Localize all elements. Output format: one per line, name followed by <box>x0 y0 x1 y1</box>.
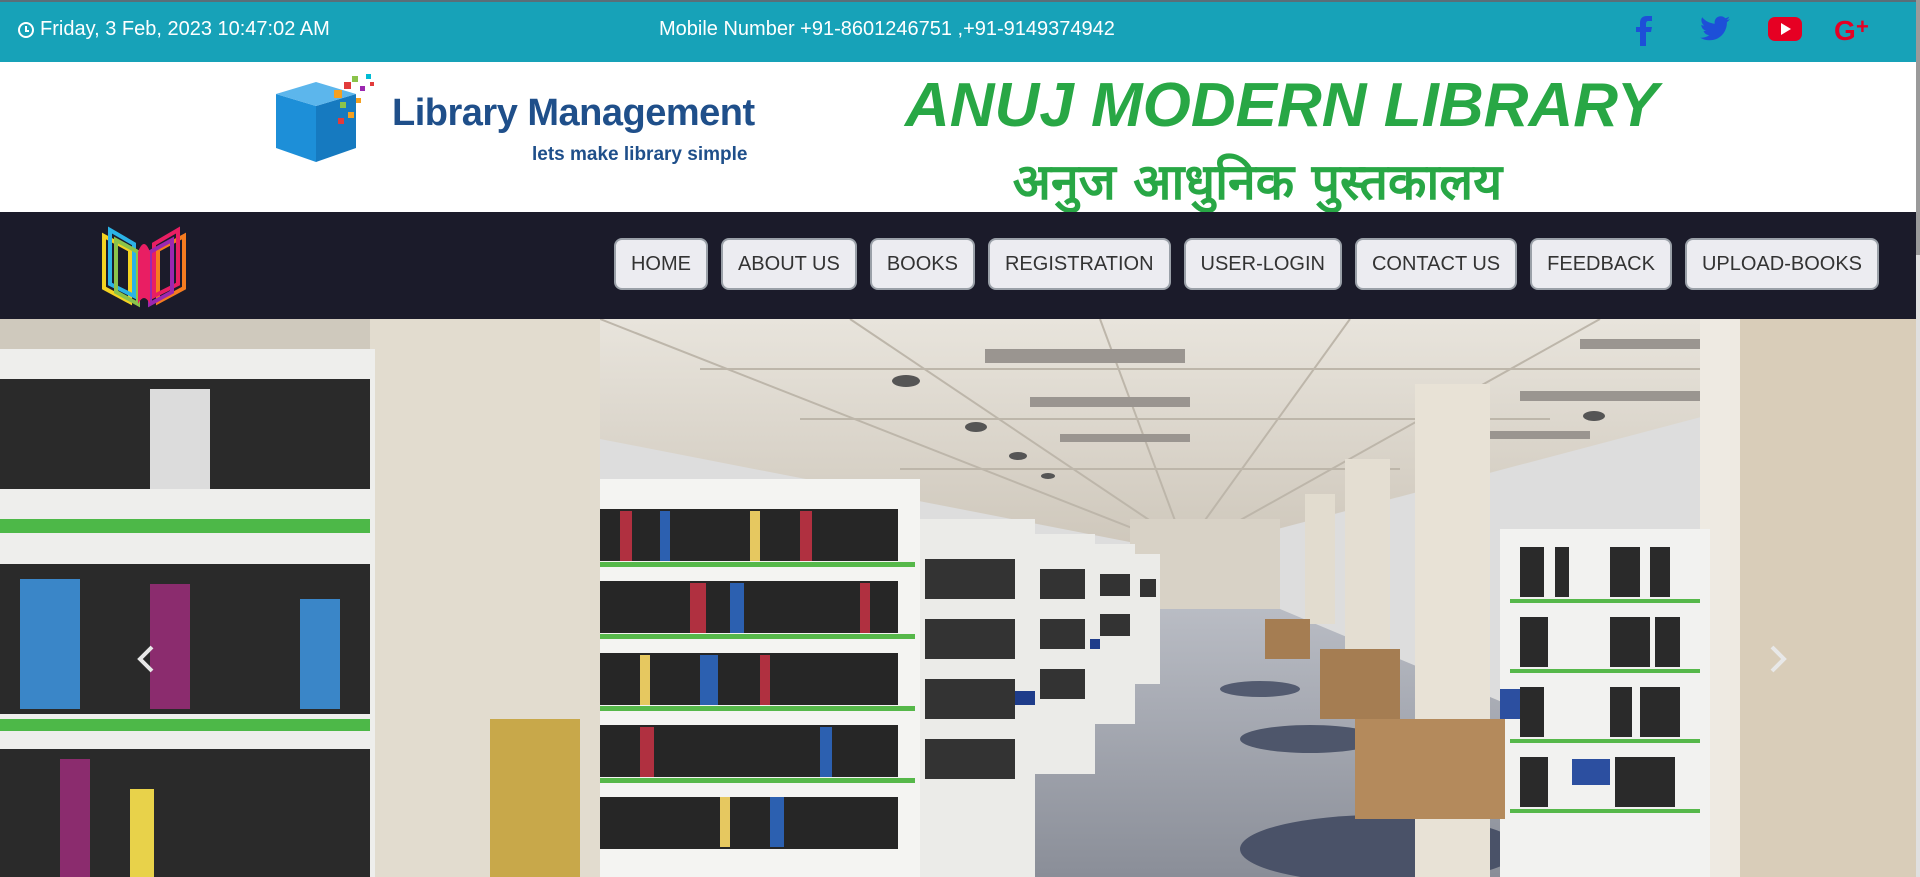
book-logo-icon[interactable] <box>100 226 190 313</box>
mobile-number: Mobile Number +91-8601246751 ,+91-914937… <box>659 18 1115 40</box>
datetime-text: Friday, 3 Feb, 2023 10:47:02 AM <box>40 18 330 40</box>
nav-feedback[interactable]: FEEDBACK <box>1530 238 1672 290</box>
nav-registration[interactable]: REGISTRATION <box>987 238 1171 290</box>
main-navbar: HOME ABOUT US BOOKS REGISTRATION USER-LO… <box>0 212 1920 319</box>
hero-carousel <box>0 319 1920 877</box>
nav-contact-us[interactable]: CONTACT US <box>1354 238 1518 290</box>
nav-menu: HOME ABOUT US BOOKS REGISTRATION USER-LO… <box>613 238 1879 290</box>
scrollbar-thumb[interactable] <box>1916 0 1920 255</box>
facebook-icon[interactable] <box>1610 12 1680 50</box>
nav-about-us[interactable]: ABOUT US <box>720 238 857 290</box>
open-book-logo-icon <box>276 74 374 162</box>
library-management-logo[interactable]: Library Management lets make library sim… <box>274 72 755 167</box>
clock-icon <box>18 21 34 38</box>
carousel-prev-icon[interactable] <box>128 641 164 677</box>
nav-user-login[interactable]: USER-LOGIN <box>1183 238 1342 290</box>
youtube-icon[interactable] <box>1750 12 1820 50</box>
top-info-bar: Friday, 3 Feb, 2023 10:47:02 AM Mobile N… <box>0 0 1920 62</box>
nav-upload-books[interactable]: UPLOAD-BOOKS <box>1684 238 1879 290</box>
svg-text:+: + <box>1856 16 1869 39</box>
svg-text:G: G <box>1834 16 1856 46</box>
datetime-display: Friday, 3 Feb, 2023 10:47:02 AM <box>18 18 330 41</box>
page-scrollbar[interactable] <box>1916 0 1920 877</box>
logo-subtitle: lets make library simple <box>532 144 748 165</box>
carousel-next-icon[interactable] <box>1760 641 1796 677</box>
nav-home[interactable]: HOME <box>613 238 708 290</box>
site-header: Library Management lets make library sim… <box>0 62 1920 212</box>
site-title: ANUJ MODERN LIBRARY <box>905 71 1659 140</box>
nav-books[interactable]: BOOKS <box>869 238 975 290</box>
site-subtitle-hindi: अनुज आधुनिक पुस्तकालय <box>1012 153 1503 211</box>
logo-title: Library Management <box>392 92 755 134</box>
google-plus-icon[interactable]: G + <box>1820 12 1890 50</box>
social-links: G + <box>1610 12 1890 50</box>
twitter-icon[interactable] <box>1680 12 1750 50</box>
library-interior-image <box>0 319 1920 877</box>
